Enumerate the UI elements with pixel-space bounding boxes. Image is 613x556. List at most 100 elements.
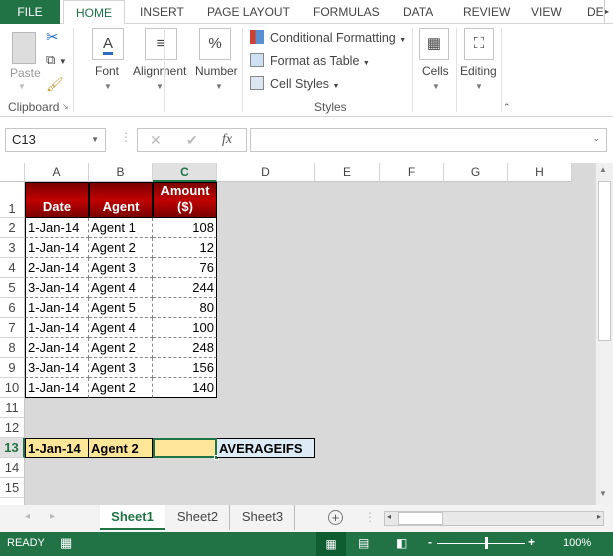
column-header-H[interactable]: H — [508, 163, 572, 182]
column-header-G[interactable]: G — [444, 163, 508, 182]
table-cell[interactable]: 100 — [153, 318, 217, 338]
paste-icon[interactable] — [12, 32, 36, 64]
column-header-D[interactable]: D — [217, 163, 315, 182]
editing-button[interactable]: Editing — [460, 64, 497, 78]
format-painter-icon[interactable]: 🖌 — [46, 76, 64, 93]
table-cell[interactable]: Agent 5 — [89, 298, 153, 318]
prev-sheet-icon[interactable]: ◂ — [25, 511, 30, 522]
next-sheet-icon[interactable]: ▸ — [50, 511, 55, 522]
row-header-15[interactable]: 15 — [0, 478, 25, 498]
row-header-4[interactable]: 4 — [0, 258, 25, 278]
tab-insert[interactable]: INSERT — [140, 0, 184, 24]
column-header-A[interactable]: A — [25, 163, 89, 182]
alignment-icon[interactable]: ≡ — [145, 28, 177, 60]
sheet-tab-sheet2[interactable]: Sheet2 — [166, 505, 230, 530]
column-header-B[interactable]: B — [89, 163, 153, 182]
row-header-10[interactable]: 10 — [0, 378, 25, 398]
table-cell[interactable]: 2-Jan-14 — [25, 258, 89, 278]
number-button[interactable]: Number — [195, 64, 238, 78]
zoom-slider-handle[interactable] — [485, 537, 488, 549]
select-all-corner[interactable] — [0, 163, 25, 182]
enter-icon[interactable]: ✔ — [186, 132, 198, 149]
table-cell[interactable]: Agent 4 — [89, 318, 153, 338]
normal-view-icon[interactable]: ▦ — [316, 532, 346, 556]
copy-icon[interactable]: ⧉ ▼ — [46, 52, 67, 68]
tab-split-handle[interactable]: ⋮ — [364, 510, 376, 524]
row-header-partial[interactable] — [0, 498, 25, 505]
cells-dropdown-icon[interactable]: ▼ — [432, 82, 440, 91]
row-header-9[interactable]: 9 — [0, 358, 25, 378]
table-cell[interactable]: 1-Jan-14 — [25, 298, 89, 318]
cells-icon[interactable]: ▦ — [419, 28, 449, 60]
table-cell[interactable]: 244 — [153, 278, 217, 298]
worksheet-grid[interactable]: A B C D E F G H 1 2 3 4 5 6 7 8 9 10 11 12 13 14 15 Date Agent Am… — [0, 163, 595, 505]
table-cell[interactable]: 12 — [153, 238, 217, 258]
table-cell[interactable]: 1-Jan-14 — [25, 378, 89, 398]
new-sheet-icon[interactable]: + — [328, 510, 343, 525]
vertical-scroll-thumb[interactable] — [598, 181, 611, 341]
row-header-8[interactable]: 8 — [0, 338, 25, 358]
row-header-3[interactable]: 3 — [0, 238, 25, 258]
zoom-in-button[interactable]: + — [528, 535, 535, 549]
row-header-13[interactable]: 13 — [0, 438, 25, 458]
conditional-formatting-button[interactable]: Conditional Formatting ▼ — [270, 31, 406, 45]
table-cell[interactable]: 108 — [153, 218, 217, 238]
clipboard-launcher-icon[interactable]: ↘ — [62, 102, 69, 111]
scroll-left-icon[interactable]: ◂ — [387, 512, 391, 521]
table-cell[interactable]: 1-Jan-14 — [25, 218, 89, 238]
tab-page-layout[interactable]: PAGE LAYOUT — [207, 0, 290, 24]
table-cell[interactable]: Agent 2 — [89, 338, 153, 358]
row-header-6[interactable]: 6 — [0, 298, 25, 318]
cancel-icon[interactable]: ✕ — [150, 132, 162, 149]
column-header-E[interactable]: E — [315, 163, 380, 182]
tab-view[interactable]: VIEW — [531, 0, 562, 24]
page-break-view-icon[interactable]: ◧ — [396, 536, 407, 550]
row-header-14[interactable]: 14 — [0, 458, 25, 478]
format-as-table-button[interactable]: Format as Table ▼ — [270, 54, 370, 68]
vertical-scrollbar[interactable]: ▲ ▼ — [595, 163, 613, 505]
insert-function-button[interactable]: fx — [222, 132, 232, 148]
scroll-up-icon[interactable]: ▲ — [599, 165, 607, 174]
paste-button[interactable]: Paste — [10, 66, 41, 80]
tab-formulas[interactable]: FORMULAS — [313, 0, 380, 24]
tab-home[interactable]: HOME — [63, 0, 125, 25]
table-cell[interactable]: 140 — [153, 378, 217, 398]
cut-icon[interactable]: ✂ — [46, 28, 59, 46]
table-cell[interactable]: Agent 4 — [89, 278, 153, 298]
table-cell[interactable]: Agent 2 — [89, 378, 153, 398]
percent-icon[interactable]: % — [199, 28, 231, 60]
table-cell[interactable]: 2-Jan-14 — [25, 338, 89, 358]
find-binoculars-icon[interactable]: ⛶ — [464, 28, 494, 60]
table-cell[interactable]: Agent 3 — [89, 358, 153, 378]
font-icon[interactable]: A — [92, 28, 124, 60]
row-header-2[interactable]: 2 — [0, 218, 25, 238]
table-cell[interactable]: Agent 3 — [89, 258, 153, 278]
row-header-5[interactable]: 5 — [0, 278, 25, 298]
horizontal-scroll-thumb[interactable] — [398, 512, 443, 525]
table-cell[interactable]: 1-Jan-14 — [25, 318, 89, 338]
tab-data[interactable]: DATA — [403, 0, 433, 24]
cells-button[interactable]: Cells — [422, 64, 449, 78]
scroll-down-icon[interactable]: ▼ — [599, 489, 607, 498]
alignment-button[interactable]: Alignment — [133, 64, 186, 78]
sheet-tab-sheet1[interactable]: Sheet1 — [100, 505, 165, 530]
criteria-agent-cell[interactable]: Agent 2 — [89, 438, 153, 458]
table-cell[interactable]: 1-Jan-14 — [25, 238, 89, 258]
table-cell[interactable]: 3-Jan-14 — [25, 278, 89, 298]
collapse-ribbon-icon[interactable]: ⌃ — [503, 102, 511, 113]
macro-record-icon[interactable]: ▦ — [60, 535, 72, 551]
row-header-7[interactable]: 7 — [0, 318, 25, 338]
name-box[interactable]: C13 ▼ — [5, 128, 106, 152]
tab-file[interactable]: FILE — [0, 0, 60, 24]
horizontal-scrollbar[interactable]: ◂ ▸ — [384, 511, 604, 526]
row-header-12[interactable]: 12 — [0, 418, 25, 438]
paste-dropdown-icon[interactable]: ▼ — [18, 82, 26, 91]
row-header-11[interactable]: 11 — [0, 398, 25, 418]
criteria-date-cell[interactable]: 1-Jan-14 — [25, 438, 89, 458]
zoom-out-button[interactable]: - — [428, 535, 432, 549]
table-cell[interactable]: 248 — [153, 338, 217, 358]
column-header-F[interactable]: F — [380, 163, 444, 182]
zoom-level[interactable]: 100% — [563, 537, 591, 549]
font-button[interactable]: Font — [95, 64, 119, 78]
table-cell[interactable]: 156 — [153, 358, 217, 378]
